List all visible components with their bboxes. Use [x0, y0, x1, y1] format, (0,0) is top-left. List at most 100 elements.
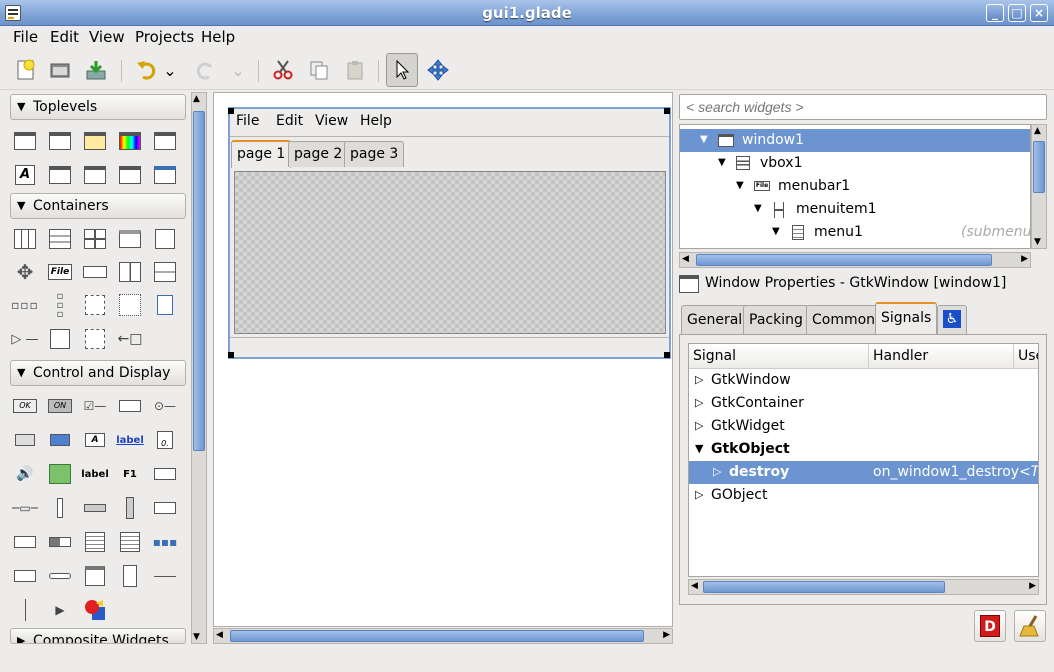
tab-page-2[interactable]: page 2	[288, 141, 349, 167]
close-button[interactable]: ×	[1030, 4, 1048, 22]
group-control-display[interactable]: ▼ Control and Display	[10, 360, 186, 386]
label-widget[interactable]: label	[80, 460, 110, 488]
statusbar-widget[interactable]	[10, 562, 40, 590]
ruler-widget[interactable]	[115, 562, 145, 590]
group-composite[interactable]: ▶ Composite Widgets	[10, 628, 186, 644]
signals-hscrollbar[interactable]: ◀ ▶	[688, 579, 1039, 595]
maximize-button[interactable]: □	[1008, 4, 1026, 22]
hseparator-widget[interactable]	[150, 562, 180, 590]
scroll-right-icon[interactable]: ▶	[1029, 581, 1036, 591]
column-user-data[interactable]: Use	[1014, 344, 1038, 369]
vpaned-widget[interactable]	[150, 258, 180, 286]
handler-name[interactable]: on_window1_destroy	[873, 461, 1019, 483]
clear-button[interactable]	[1014, 610, 1046, 642]
widget-tree[interactable]: ▼ window1 ▼ vbox1 ▼ File menubar1 ▼ menu…	[679, 124, 1031, 249]
scrolled-window-widget[interactable]	[115, 291, 145, 319]
redo-button[interactable]	[190, 55, 222, 85]
about-dialog-widget[interactable]	[80, 127, 110, 155]
copy-button[interactable]	[303, 55, 335, 85]
undo-dropdown[interactable]: ⌄	[160, 55, 180, 85]
scroll-left-icon[interactable]: ◀	[216, 630, 223, 640]
arrow-widget[interactable]: ▶	[45, 596, 75, 624]
calendar-widget[interactable]	[80, 562, 110, 590]
signal-row-gtkwidget[interactable]: ▷ GtkWidget	[689, 415, 1038, 438]
tree-row-menubar1[interactable]: ▼ File menubar1	[680, 175, 1030, 198]
preview-menu-view[interactable]: View	[315, 113, 348, 129]
signal-row-destroy[interactable]: ▷ destroy on_window1_destroy <T	[689, 461, 1038, 484]
window-widget[interactable]	[10, 127, 40, 155]
link-button-widget[interactable]: label	[115, 426, 145, 454]
preview-menu-help[interactable]: Help	[360, 113, 392, 129]
group-containers[interactable]: ▼ Containers	[10, 193, 186, 219]
handle-box-widget[interactable]: ←□	[115, 325, 145, 353]
dialog-widget[interactable]	[45, 127, 75, 155]
text-view-widget[interactable]	[80, 528, 110, 556]
file-chooser-button-widget[interactable]	[10, 426, 40, 454]
paste-button[interactable]	[339, 55, 371, 85]
hbutton-box-widget[interactable]: ▫▫▫	[10, 291, 40, 319]
delete-button[interactable]: D	[974, 610, 1006, 642]
user-data[interactable]: <T	[1019, 461, 1038, 483]
scrollbar-thumb[interactable]	[193, 111, 205, 451]
color-button-widget[interactable]	[45, 426, 75, 454]
minimize-button[interactable]: _	[986, 4, 1004, 22]
toggle-button-widget[interactable]: ON	[45, 392, 75, 420]
spin-button-widget[interactable]	[115, 392, 145, 420]
expander-widget[interactable]: ▷ —	[10, 325, 40, 353]
toolbar-widget[interactable]	[80, 258, 110, 286]
scroll-up-icon[interactable]: ▲	[193, 94, 200, 104]
open-button[interactable]	[44, 55, 76, 85]
drag-resize-button[interactable]	[422, 55, 454, 85]
preview-menu-file[interactable]: File	[236, 113, 259, 129]
vbutton-box-widget[interactable]: ▫ ▫ ▫	[45, 291, 75, 319]
input-dialog-widget[interactable]	[45, 161, 75, 189]
design-hscrollbar[interactable]: ◀ ▶	[213, 628, 673, 644]
viewport-widget[interactable]	[150, 291, 180, 319]
assistant-widget[interactable]	[150, 161, 180, 189]
menu-help[interactable]: Help	[201, 28, 235, 46]
menu-projects[interactable]: Projects	[135, 28, 194, 46]
menu-edit[interactable]: Edit	[50, 28, 79, 46]
volume-button-widget[interactable]: 🔊	[10, 460, 40, 488]
vseparator-widget[interactable]	[10, 596, 40, 624]
vscale-widget[interactable]	[45, 494, 75, 522]
column-signal[interactable]: Signal	[689, 344, 869, 369]
scroll-down-icon[interactable]: ▼	[193, 632, 200, 642]
button-widget[interactable]: OK	[10, 392, 40, 420]
hscale-widget[interactable]: ─▭─	[10, 494, 40, 522]
tree-hscrollbar[interactable]: ◀ ▶	[679, 252, 1031, 268]
fixed-widget[interactable]: ✥	[10, 258, 40, 286]
tree-row-menu1[interactable]: ▼ menu1 (submenu	[680, 221, 1030, 244]
scrollbar-thumb[interactable]	[703, 581, 945, 593]
tab-page-1[interactable]: page 1	[231, 140, 292, 168]
menubar-widget[interactable]: File	[45, 258, 75, 286]
tab-accessibility[interactable]: ♿	[937, 305, 967, 335]
resize-handle[interactable]	[664, 108, 670, 114]
file-chooser-dialog-widget[interactable]	[150, 127, 180, 155]
tree-vscrollbar[interactable]: ▲ ▼	[1031, 124, 1047, 249]
recent-chooser-widget[interactable]	[115, 161, 145, 189]
tab-general[interactable]: General	[681, 305, 749, 335]
combo-entry-widget[interactable]	[10, 528, 40, 556]
scrollbar-thumb[interactable]	[1033, 141, 1045, 193]
layout-widget[interactable]	[80, 291, 110, 319]
accel-label-widget[interactable]: F1	[115, 460, 145, 488]
scroll-right-icon[interactable]: ▶	[663, 630, 670, 640]
selector-button[interactable]	[386, 53, 418, 87]
vbox-widget[interactable]	[45, 225, 75, 253]
scrollbar-thumb[interactable]	[696, 254, 992, 266]
search-widgets-input[interactable]	[679, 94, 1047, 120]
tree-view-widget[interactable]	[115, 528, 145, 556]
hbox-widget[interactable]	[10, 225, 40, 253]
notebook-widget[interactable]	[115, 225, 145, 253]
tree-row-vbox1[interactable]: ▼ vbox1	[680, 152, 1030, 175]
table-widget[interactable]	[80, 225, 110, 253]
resize-handle[interactable]	[228, 352, 234, 358]
palette-scrollbar[interactable]: ▲ ▼	[191, 92, 207, 644]
cut-button[interactable]	[267, 55, 299, 85]
frame-widget[interactable]	[150, 225, 180, 253]
color-selection-widget[interactable]	[115, 127, 145, 155]
alignment-widget[interactable]	[80, 325, 110, 353]
redo-dropdown[interactable]: ⌄	[228, 55, 248, 85]
scroll-left-icon[interactable]: ◀	[682, 254, 689, 264]
